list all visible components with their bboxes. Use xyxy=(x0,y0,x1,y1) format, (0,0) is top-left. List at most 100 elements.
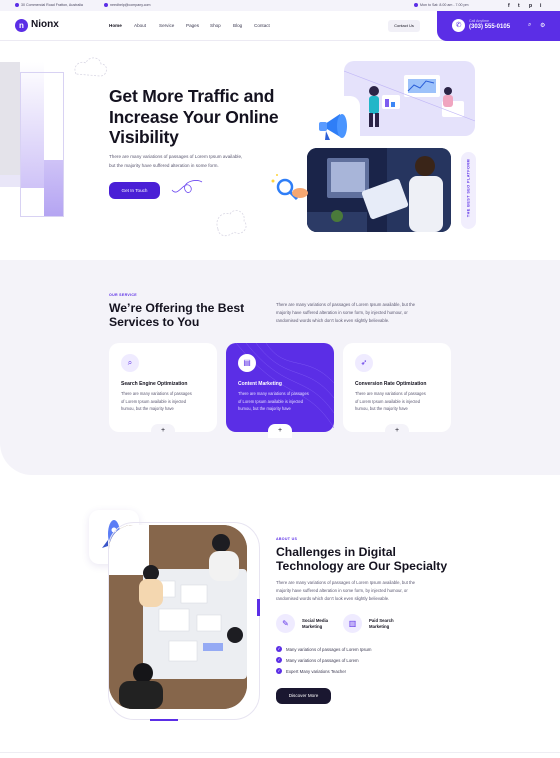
services-desc-line-3: randomised words which don't look even s… xyxy=(276,318,390,323)
document-icon: ▤ xyxy=(238,354,256,372)
get-in-touch-button[interactable]: Get In Touch xyxy=(109,182,160,199)
call-number[interactable]: (303) 555-0105 xyxy=(469,24,510,30)
service-card-desc-line: There are many variations of passages xyxy=(355,391,426,396)
call-label: Call Anytime xyxy=(469,19,489,23)
hero-desc-line-2: but the majority have suffered alteratio… xyxy=(109,162,219,168)
service-card-desc-line: humou, but the majority have xyxy=(355,406,408,411)
address-info: 30 Commercial Road Fratton, Australia xyxy=(15,3,83,7)
call-box[interactable]: ✆ Call Anytime (303) 555-0105 ⌕ ⚙ xyxy=(437,11,560,41)
megaphone-card xyxy=(312,96,360,152)
about-desc-line-3: randomised words which don't look even s… xyxy=(276,596,390,601)
services-tag: OUR SERVICE xyxy=(109,293,137,297)
service-card-conversion[interactable]: ➶ Conversion Rate Optimization There are… xyxy=(343,343,451,438)
plus-button[interactable]: + xyxy=(151,424,175,438)
nav-contact[interactable]: Contact xyxy=(254,23,270,28)
service-card-desc-line: of Lorem Ipsum available is injected xyxy=(238,398,304,404)
feature-paid-search: Paid Search Marketing xyxy=(369,618,394,630)
page: 30 Commercial Road Fratton, Australia ne… xyxy=(0,0,560,758)
logo-text[interactable]: Nionx xyxy=(31,19,59,30)
hero-title-line-1: Get More Traffic and xyxy=(109,86,275,106)
about-title: Challenges in Digital Technology are Our… xyxy=(276,545,466,573)
services-title: We’re Offering the Best Services to You xyxy=(109,301,279,329)
nav-about[interactable]: About xyxy=(134,23,146,28)
checklist-item: Expert Many variations Teacher xyxy=(286,669,347,674)
contact-us-button[interactable]: Contact Us xyxy=(388,20,420,32)
service-card-seo[interactable]: ⌕ Search Engine Optimization There are m… xyxy=(109,343,217,438)
office-photo-image xyxy=(307,148,451,232)
service-card-title: Content Marketing xyxy=(238,381,282,387)
plus-button[interactable]: + xyxy=(268,424,292,438)
plus-button[interactable]: + xyxy=(385,424,409,438)
discover-more-button[interactable]: Discover More xyxy=(276,688,331,704)
service-card-desc-line: There are many variations of passages xyxy=(121,391,192,396)
facebook-icon[interactable]: f xyxy=(508,3,510,9)
social-media-icon: ✎ xyxy=(276,614,295,633)
chart-icon: ▥ xyxy=(343,614,362,633)
logo-icon[interactable]: n xyxy=(15,19,28,32)
about-description: There are many variations of passages of… xyxy=(276,579,456,603)
nav-blog[interactable]: Blog xyxy=(233,23,242,28)
service-card-desc-line: humou, but the majority have xyxy=(121,406,174,411)
vertical-badge: THE BEST SEO PLATFORM xyxy=(461,152,476,229)
check-icon: ✓ xyxy=(276,668,282,674)
vertical-badge-text: THE BEST SEO PLATFORM xyxy=(466,158,471,218)
service-card-title: Search Engine Optimization xyxy=(121,381,188,387)
feature-social-media: Social Media Marketing xyxy=(302,618,328,630)
service-card-desc-line: humou, but the majority have xyxy=(238,406,291,411)
twitter-icon[interactable]: t xyxy=(518,3,520,9)
feature-label-line: Marketing xyxy=(369,624,390,629)
feature-label-line: Marketing xyxy=(302,624,323,629)
services-title-line-1: We’re Offering the Best xyxy=(109,301,245,315)
service-card-desc: There are many variations of passages of… xyxy=(355,390,441,413)
about-desc-line-2: majority have suffered alteration in som… xyxy=(276,588,408,593)
search-icon: ⌕ xyxy=(121,354,139,372)
about-title-line-1: Challenges in Digital xyxy=(276,545,396,559)
megaphone-icon xyxy=(319,114,347,140)
pinterest-icon[interactable]: p xyxy=(529,3,532,9)
nav-pages[interactable]: Pages xyxy=(186,23,199,28)
service-card-desc: There are many variations of passages of… xyxy=(238,390,324,413)
checklist-item: Many variations of passages of Lorem Ips… xyxy=(286,647,372,652)
accent-bar-side xyxy=(257,599,260,616)
about-desc-line-1: There are many variations of passages of… xyxy=(276,580,416,585)
hero-description: There are many variations of passages of… xyxy=(109,153,259,170)
email-text[interactable]: needhelp@company.com xyxy=(110,3,151,7)
services-desc-line-2: majority have suffered alteration in som… xyxy=(276,310,408,315)
email-info[interactable]: needhelp@company.com xyxy=(104,3,151,7)
service-card-desc-line: of Lorem Ipsum available is injected xyxy=(355,398,421,404)
nav-shop[interactable]: Shop xyxy=(210,23,221,28)
about-photo xyxy=(109,525,247,709)
squiggle-arrow-icon xyxy=(171,180,203,193)
rocket-icon: ➶ xyxy=(355,354,373,372)
about-title-line-2: Technology are Our Specialty xyxy=(276,559,448,573)
location-icon xyxy=(15,3,19,7)
about-tag: ABOUT US xyxy=(276,537,298,541)
instagram-icon[interactable]: i xyxy=(540,3,541,9)
service-card-content-marketing[interactable]: ▤ Content Marketing There are many varia… xyxy=(226,343,334,438)
analytics-illustration xyxy=(344,70,475,127)
nav-home[interactable]: Home xyxy=(109,23,122,28)
hours-text: Mon to Sat: 8.00 am - 7.00 pm xyxy=(420,3,469,7)
site-header: n Nionx Home About Service Pages Shop Bl… xyxy=(0,11,560,41)
mail-icon xyxy=(104,3,108,7)
check-icon: ✓ xyxy=(276,657,282,663)
services-desc-line-1: There are many variations of passages of… xyxy=(276,302,416,307)
magnifier-hand-icon xyxy=(271,174,308,201)
checklist-item: Many variations of passages of Lorem xyxy=(286,658,359,663)
top-info-bar: 30 Commercial Road Fratton, Australia ne… xyxy=(0,0,560,11)
search-icon[interactable]: ⌕ xyxy=(528,22,531,29)
hero-illustration-dashboard xyxy=(344,61,475,136)
nav-service[interactable]: Service xyxy=(159,23,174,28)
service-card-desc-line: of Lorem Ipsum available is injected xyxy=(121,398,187,404)
services-description: There are many variations of passages of… xyxy=(276,301,456,325)
service-card-desc-line: There are many variations of passages xyxy=(238,391,309,396)
service-card-title: Conversion Rate Optimization xyxy=(355,381,427,387)
cloud-sketch-icon xyxy=(74,57,107,77)
address-text: 30 Commercial Road Fratton, Australia xyxy=(21,3,83,7)
phone-icon: ✆ xyxy=(452,19,465,32)
hours-info: Mon to Sat: 8.00 am - 7.00 pm xyxy=(414,3,469,7)
hero-title-line-2: Increase Your Online xyxy=(109,106,279,127)
gear-icon[interactable]: ⚙ xyxy=(540,22,545,29)
service-card-desc: There are many variations of passages of… xyxy=(121,390,207,413)
chat-sketch-icon xyxy=(216,210,247,237)
